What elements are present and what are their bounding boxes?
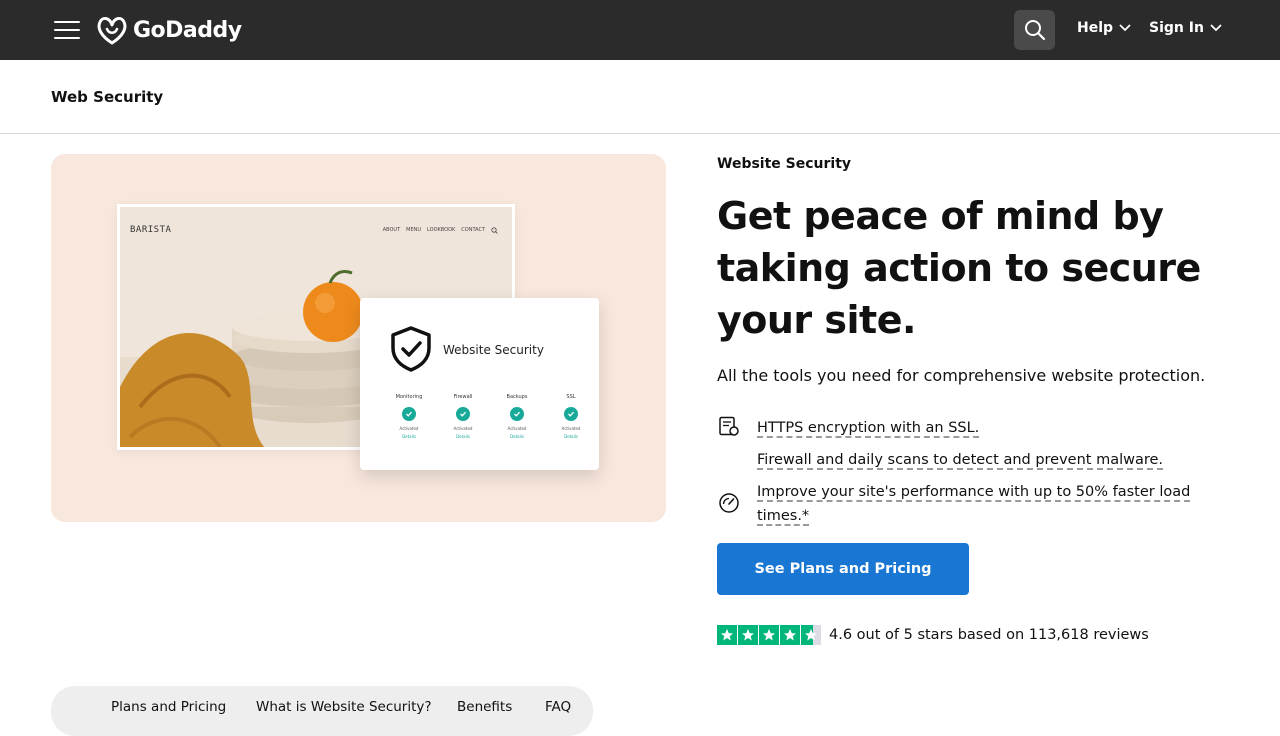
- subheader-title[interactable]: Web Security: [51, 88, 163, 106]
- column-label: Firewall: [453, 394, 473, 400]
- column-details: Details: [402, 434, 416, 439]
- mockup-nav-item: MENU: [406, 227, 422, 233]
- mockup-nav-item: LOOKBOOK: [427, 227, 456, 233]
- check-icon: [456, 407, 470, 421]
- speedometer-icon: [719, 493, 739, 513]
- star-icon: [717, 625, 737, 645]
- rating-text: 4.6 out of 5 stars based on 113,618 revi…: [829, 627, 1149, 643]
- column-status: Activated: [507, 426, 527, 431]
- security-column: Firewall Activated Details: [436, 394, 490, 439]
- feature-performance: Improve your site's performance with up …: [757, 480, 1197, 528]
- check-icon: [510, 407, 524, 421]
- mockup-nav-item: ABOUT: [382, 227, 401, 233]
- search-icon: [1024, 20, 1045, 41]
- rating-stars: [717, 625, 821, 645]
- chevron-down-icon: [1119, 24, 1131, 32]
- column-details: Details: [510, 434, 524, 439]
- top-navigation-bar: GoDaddy Help Sign In: [0, 0, 1280, 60]
- star-icon: [738, 625, 758, 645]
- chevron-down-icon: [1210, 24, 1222, 32]
- certificate-icon: [719, 416, 739, 436]
- help-menu[interactable]: Help: [1077, 20, 1131, 36]
- mockup-nav-item: CONTACT: [461, 227, 485, 233]
- security-status-card: Website Security Monitoring Activated De…: [360, 298, 599, 470]
- star-half-icon: [801, 625, 821, 645]
- mockup-search-icon: [491, 227, 498, 234]
- hero-eyebrow: Website Security: [717, 156, 852, 172]
- help-label: Help: [1077, 20, 1114, 36]
- feature-text[interactable]: Firewall and daily scans to detect and p…: [757, 452, 1164, 470]
- see-plans-button[interactable]: See Plans and Pricing: [717, 543, 969, 595]
- anchor-benefits[interactable]: Benefits: [457, 699, 512, 715]
- column-details: Details: [456, 434, 470, 439]
- hero-lead: All the tools you need for comprehensive…: [717, 366, 1206, 385]
- security-columns: Monitoring Activated Details Firewall Ac…: [382, 394, 598, 439]
- section-anchor-nav: Plans and Pricing What is Website Securi…: [51, 686, 593, 736]
- menu-hamburger-icon[interactable]: [54, 18, 80, 42]
- column-status: Activated: [561, 426, 581, 431]
- anchor-what-is-website-security[interactable]: What is Website Security?: [256, 699, 432, 715]
- check-icon: [402, 407, 416, 421]
- godaddy-logo[interactable]: GoDaddy: [95, 14, 242, 46]
- security-column: SSL Activated Details: [544, 394, 598, 439]
- column-status: Activated: [399, 426, 419, 431]
- column-status: Activated: [453, 426, 473, 431]
- sign-in-label: Sign In: [1149, 20, 1204, 36]
- check-icon: [564, 407, 578, 421]
- hero-illustration: BARISTA ABOUT MENU LOOKBOOK CONTACT Webs…: [51, 154, 666, 522]
- logo-text: GoDaddy: [133, 17, 242, 43]
- shield-check-icon: [391, 326, 431, 372]
- feature-text[interactable]: HTTPS encryption with an SSL.: [757, 420, 980, 438]
- godaddy-logo-icon: [97, 16, 127, 45]
- security-card-title: Website Security: [443, 343, 544, 357]
- feature-firewall: Firewall and daily scans to detect and p…: [757, 448, 1164, 472]
- hero-headline: Get peace of mind by taking action to se…: [717, 194, 1201, 342]
- security-column: Backups Activated Details: [490, 394, 544, 439]
- column-label: SSL: [566, 394, 576, 400]
- product-subheader: Web Security: [0, 60, 1280, 134]
- column-label: Monitoring: [395, 394, 423, 400]
- mockup-nav: ABOUT MENU LOOKBOOK CONTACT: [383, 227, 498, 234]
- star-icon: [759, 625, 779, 645]
- star-icon: [780, 625, 800, 645]
- security-column: Monitoring Activated Details: [382, 394, 436, 439]
- feature-text[interactable]: Improve your site's performance with up …: [757, 484, 1191, 526]
- search-button[interactable]: [1014, 10, 1055, 50]
- column-details: Details: [564, 434, 578, 439]
- sign-in-menu[interactable]: Sign In: [1149, 20, 1222, 36]
- anchor-faq[interactable]: FAQ: [545, 699, 571, 715]
- column-label: Backups: [506, 394, 528, 400]
- mockup-brand: BARISTA: [130, 225, 172, 235]
- feature-ssl: HTTPS encryption with an SSL.: [757, 416, 980, 440]
- trustpilot-rating[interactable]: 4.6 out of 5 stars based on 113,618 revi…: [717, 625, 1149, 645]
- anchor-plans-pricing[interactable]: Plans and Pricing: [111, 699, 226, 715]
